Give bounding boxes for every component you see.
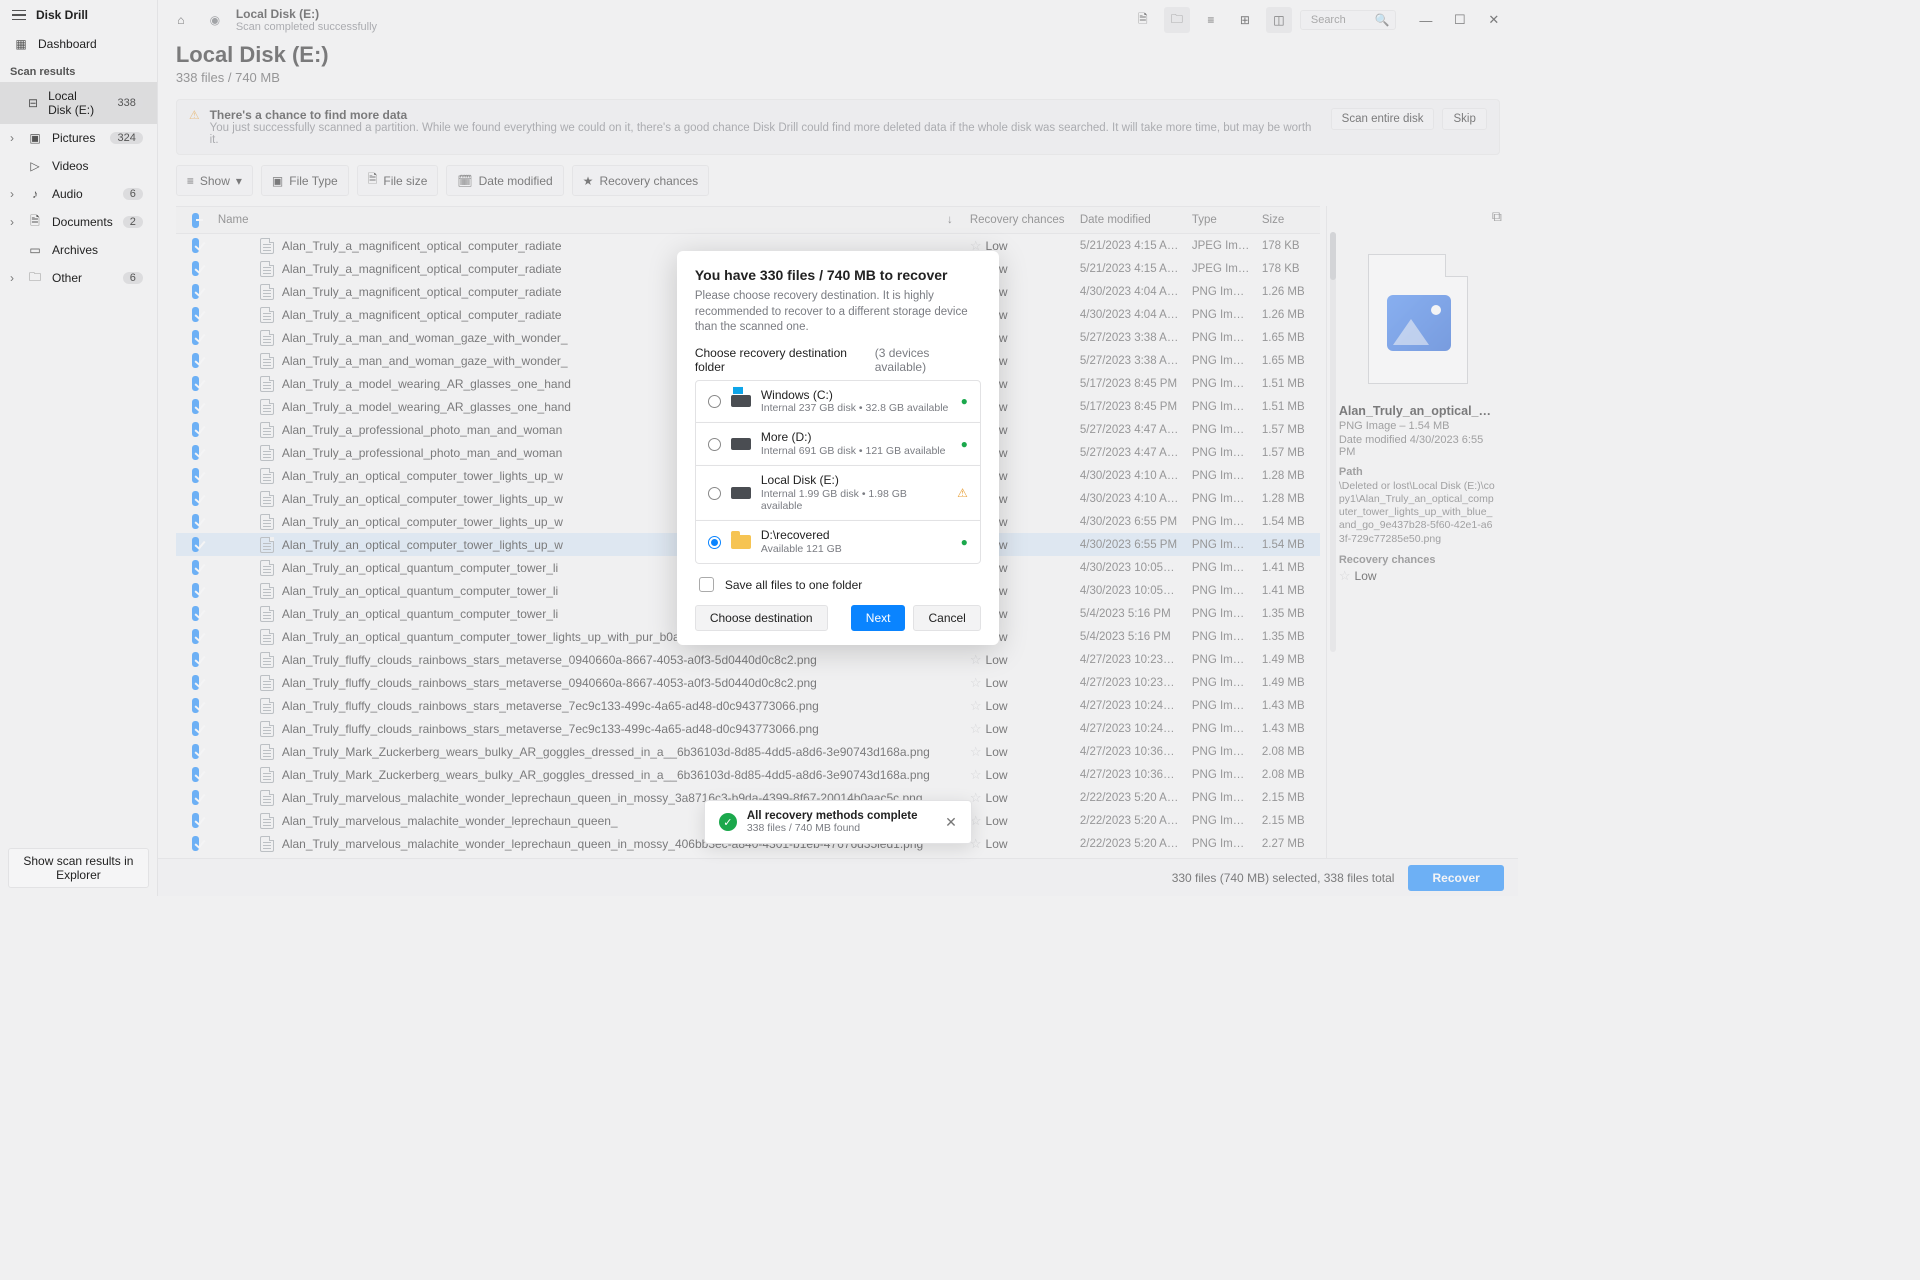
sidebar-item-count: 6 [123,188,143,200]
video-icon: ▷ [28,159,42,173]
destination-option[interactable]: Local Disk (E:)Internal 1.99 GB disk • 1… [696,465,980,520]
next-button[interactable]: Next [851,605,906,631]
sidebar-item-audio[interactable]: › ♪ Audio 6 [0,180,157,208]
sidebar-item-label: Local Disk (E:) [48,89,100,117]
destination-sub: Internal 691 GB disk • 121 GB available [761,445,951,457]
modal-desc: Please choose recovery destination. It i… [695,289,981,336]
sidebar-item-label: Videos [52,159,88,173]
sidebar-item-videos[interactable]: ▷ Videos [0,152,157,180]
app-root: Disk Drill ▦ Dashboard Scan results ⊟ Loc… [0,0,1346,896]
radio-button[interactable] [708,438,721,451]
recovery-destination-modal: You have 330 files / 740 MB to recover P… [677,251,999,645]
dashboard-icon: ▦ [14,37,28,51]
drive-icon [731,487,751,499]
toast-sub: 338 files / 740 MB found [747,822,918,834]
destination-sub: Internal 1.99 GB disk • 1.98 GB availabl… [761,488,947,512]
destination-list: Windows (C:)Internal 237 GB disk • 32.8 … [695,380,981,565]
drive-icon: ⊟ [28,96,38,110]
warning-icon: ⚠ [957,486,968,500]
picture-icon: ▣ [28,131,42,145]
destination-sub: Internal 237 GB disk • 32.8 GB available [761,402,951,414]
sidebar-footer: Show scan results in Explorer [0,840,157,896]
sidebar-item-local-disk-e-[interactable]: ⊟ Local Disk (E:) 338 [0,82,157,124]
check-icon: ● [961,535,968,549]
check-icon: ● [961,437,968,451]
document-icon: 🗎 [28,215,42,229]
sidebar-item-label: Audio [52,187,83,201]
sidebar-item-documents[interactable]: › 🗎 Documents 2 [0,208,157,236]
destination-option[interactable]: D:\recoveredAvailable 121 GB ● [696,520,980,563]
chevron-right-icon: › [10,215,14,229]
chevron-right-icon: › [10,131,14,145]
destination-name: Local Disk (E:) [761,474,947,488]
dashboard-link[interactable]: ▦ Dashboard [0,30,157,58]
destination-option[interactable]: Windows (C:)Internal 237 GB disk • 32.8 … [696,381,980,423]
toast-title: All recovery methods complete [747,810,918,822]
scan-results-heading: Scan results [0,58,157,82]
sidebar-item-count: 6 [123,272,143,284]
destination-name: More (D:) [761,431,951,445]
modal-device-count: (3 devices available) [875,346,981,374]
cancel-button[interactable]: Cancel [913,605,980,631]
save-one-folder-checkbox[interactable] [699,577,714,592]
sidebar-item-count: 324 [110,132,142,144]
chevron-right-icon: › [10,271,14,285]
sidebar-item-label: Other [52,271,82,285]
save-one-folder-row[interactable]: Save all files to one folder [695,574,981,595]
dashboard-label: Dashboard [38,37,97,51]
radio-button[interactable] [708,487,721,500]
radio-button[interactable] [708,536,721,549]
chevron-right-icon: › [10,187,14,201]
audio-icon: ♪ [28,187,42,201]
show-in-explorer-button[interactable]: Show scan results in Explorer [8,848,149,888]
other-icon: 🗀 [28,271,42,285]
sidebar-item-pictures[interactable]: › ▣ Pictures 324 [0,124,157,152]
choose-destination-button[interactable]: Choose destination [695,605,828,631]
destination-option[interactable]: More (D:)Internal 691 GB disk • 121 GB a… [696,422,980,465]
destination-sub: Available 121 GB [761,543,951,555]
modal-title: You have 330 files / 740 MB to recover [695,267,981,283]
sidebar-top: Disk Drill [0,0,157,30]
archive-icon: ▭ [28,243,42,257]
check-icon: ● [961,394,968,408]
main: ⌂ ◉ Local Disk (E:) Scan completed succe… [158,0,1518,896]
destination-name: D:\recovered [761,529,951,543]
drive-icon [731,395,751,407]
folder-icon [731,535,751,549]
recovery-complete-toast: ✓ All recovery methods complete 338 file… [704,800,972,844]
toast-close-icon[interactable]: ✕ [945,814,957,831]
menu-icon[interactable] [12,10,26,21]
save-one-folder-label: Save all files to one folder [725,578,862,592]
sidebar: Disk Drill ▦ Dashboard Scan results ⊟ Loc… [0,0,158,896]
check-circle-icon: ✓ [719,813,737,831]
modal-section-label: Choose recovery destination folder [695,346,875,374]
destination-name: Windows (C:) [761,389,951,403]
sidebar-item-archives[interactable]: ▭ Archives [0,236,157,264]
app-title: Disk Drill [36,8,88,22]
sidebar-item-count: 338 [110,97,142,109]
sidebar-item-other[interactable]: › 🗀 Other 6 [0,264,157,292]
radio-button[interactable] [708,395,721,408]
drive-icon [731,438,751,450]
sidebar-item-count: 2 [123,216,143,228]
sidebar-item-label: Pictures [52,131,95,145]
sidebar-item-label: Archives [52,243,98,257]
sidebar-item-label: Documents [52,215,113,229]
